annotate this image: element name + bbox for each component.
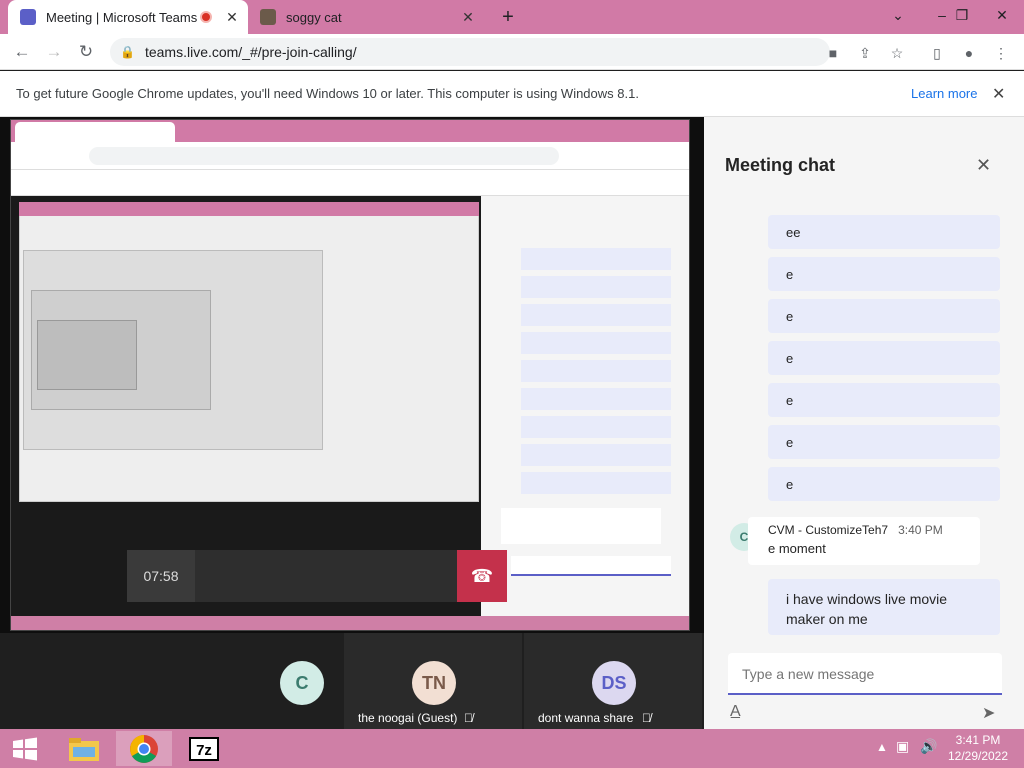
close-icon[interactable]: ✕: [992, 84, 1005, 104]
close-chat-icon[interactable]: ✕: [976, 155, 991, 176]
network-icon[interactable]: ▣: [896, 738, 909, 755]
tab-title: soggy cat: [286, 9, 342, 25]
infobar-message: To get future Google Chrome updates, you…: [16, 86, 639, 101]
clock-date: 12/29/2022: [947, 749, 1009, 763]
reload-icon[interactable]: ↻: [72, 34, 100, 70]
recording-icon: [200, 11, 212, 23]
mic-muted-icon: 🎙̸: [464, 711, 473, 725]
shared-screen: 07:58 ☎: [10, 119, 690, 631]
message-author: CVM - CustomizeTeh7: [768, 523, 889, 537]
chat-message: e: [768, 299, 1000, 333]
mic-muted-icon: 🎙̸: [642, 711, 651, 725]
close-window-button[interactable]: ✕: [984, 2, 1020, 28]
forward-icon[interactable]: →: [40, 34, 68, 70]
message-input[interactable]: [742, 666, 988, 682]
share-icon[interactable]: ⇪: [854, 42, 876, 64]
windows-start-icon[interactable]: [0, 731, 50, 766]
tray-up-arrow-icon[interactable]: ▲: [876, 740, 888, 754]
message-input-box[interactable]: [728, 653, 1002, 695]
chat-message-card: CVM - CustomizeTeh7 3:40 PM e moment: [748, 517, 980, 565]
close-tab-icon[interactable]: ✕: [222, 9, 242, 26]
tab-search-icon[interactable]: ⌄: [880, 2, 916, 28]
participant-name: dont wanna share: [538, 711, 634, 725]
7zip-icon[interactable]: 7z: [176, 731, 232, 766]
tab-soggy-cat[interactable]: soggy cat ✕: [252, 0, 484, 34]
camera-blocked-icon[interactable]: ■: [822, 42, 844, 64]
hangup-icon: ☎: [457, 550, 507, 602]
browser-toolbar: ← → ↻ 🔒 teams.live.com/_#/pre-join-calli…: [0, 34, 1024, 70]
avatar: TN: [412, 661, 456, 705]
svg-text:7z: 7z: [196, 742, 212, 759]
learn-more-link[interactable]: Learn more: [911, 86, 977, 101]
file-explorer-icon[interactable]: [56, 731, 112, 766]
participant-tile[interactable]: C: [0, 633, 324, 729]
profile-icon[interactable]: ●: [958, 42, 980, 64]
teams-icon: [20, 9, 36, 25]
update-infobar: To get future Google Chrome updates, you…: [0, 71, 1024, 117]
chat-message: e: [768, 341, 1000, 375]
own-message: i have windows live movie maker on me: [768, 579, 1000, 635]
tab-strip: Meeting | Microsoft Teams ✕ soggy cat ✕ …: [0, 0, 1024, 34]
participants-bar: C TN the noogai (Guest) 🎙̸ DS dont wanna…: [0, 633, 704, 729]
avatar: C: [280, 661, 324, 705]
restore-button[interactable]: ❐: [944, 2, 980, 28]
cat-favicon-icon: [260, 9, 276, 25]
chat-title: Meeting chat: [725, 155, 836, 175]
participant-tile[interactable]: TN the noogai (Guest) 🎙̸: [344, 633, 522, 729]
send-icon[interactable]: ➤: [982, 703, 995, 723]
back-icon[interactable]: ←: [8, 34, 36, 70]
shared-screen-stage: 07:58 ☎: [0, 117, 704, 633]
chrome-icon[interactable]: [116, 731, 172, 766]
address-bar[interactable]: 🔒 teams.live.com/_#/pre-join-calling/: [110, 38, 830, 66]
chat-message: e: [768, 383, 1000, 417]
format-icon[interactable]: A̲: [730, 703, 741, 721]
bookmark-star-icon[interactable]: ☆: [886, 42, 908, 64]
chat-message: ee: [768, 215, 1000, 249]
menu-icon[interactable]: ⋮: [990, 42, 1012, 64]
avatar: DS: [592, 661, 636, 705]
lock-icon: 🔒: [120, 45, 135, 59]
meeting-chat-panel: Meeting chat ✕ ee e e e e e e C CVM - Cu…: [704, 117, 1024, 729]
participant-tile[interactable]: DS dont wanna share 🎙̸: [524, 633, 702, 729]
tab-title: Meeting | Microsoft Teams: [46, 9, 198, 25]
windows-taskbar: 7z ▲ ▣ 🔊 3:41 PM 12/29/2022: [0, 729, 1024, 768]
chat-message: e: [768, 425, 1000, 459]
system-clock[interactable]: 3:41 PM 12/29/2022: [934, 732, 1022, 764]
participant-name: the noogai (Guest): [358, 711, 458, 725]
url-text: teams.live.com/_#/pre-join-calling/: [144, 44, 357, 60]
clock-time: 3:41 PM: [955, 733, 1001, 747]
new-tab-button[interactable]: +: [496, 6, 520, 28]
call-timer: 07:58: [127, 550, 195, 602]
side-panel-icon[interactable]: ▯: [926, 42, 948, 64]
tab-teams-meeting[interactable]: Meeting | Microsoft Teams ✕: [8, 0, 248, 34]
chat-message: e: [768, 257, 1000, 291]
chat-message: e: [768, 467, 1000, 501]
message-time: 3:40 PM: [898, 523, 943, 537]
close-tab-icon[interactable]: ✕: [458, 9, 478, 26]
message-text: e moment: [768, 541, 826, 556]
